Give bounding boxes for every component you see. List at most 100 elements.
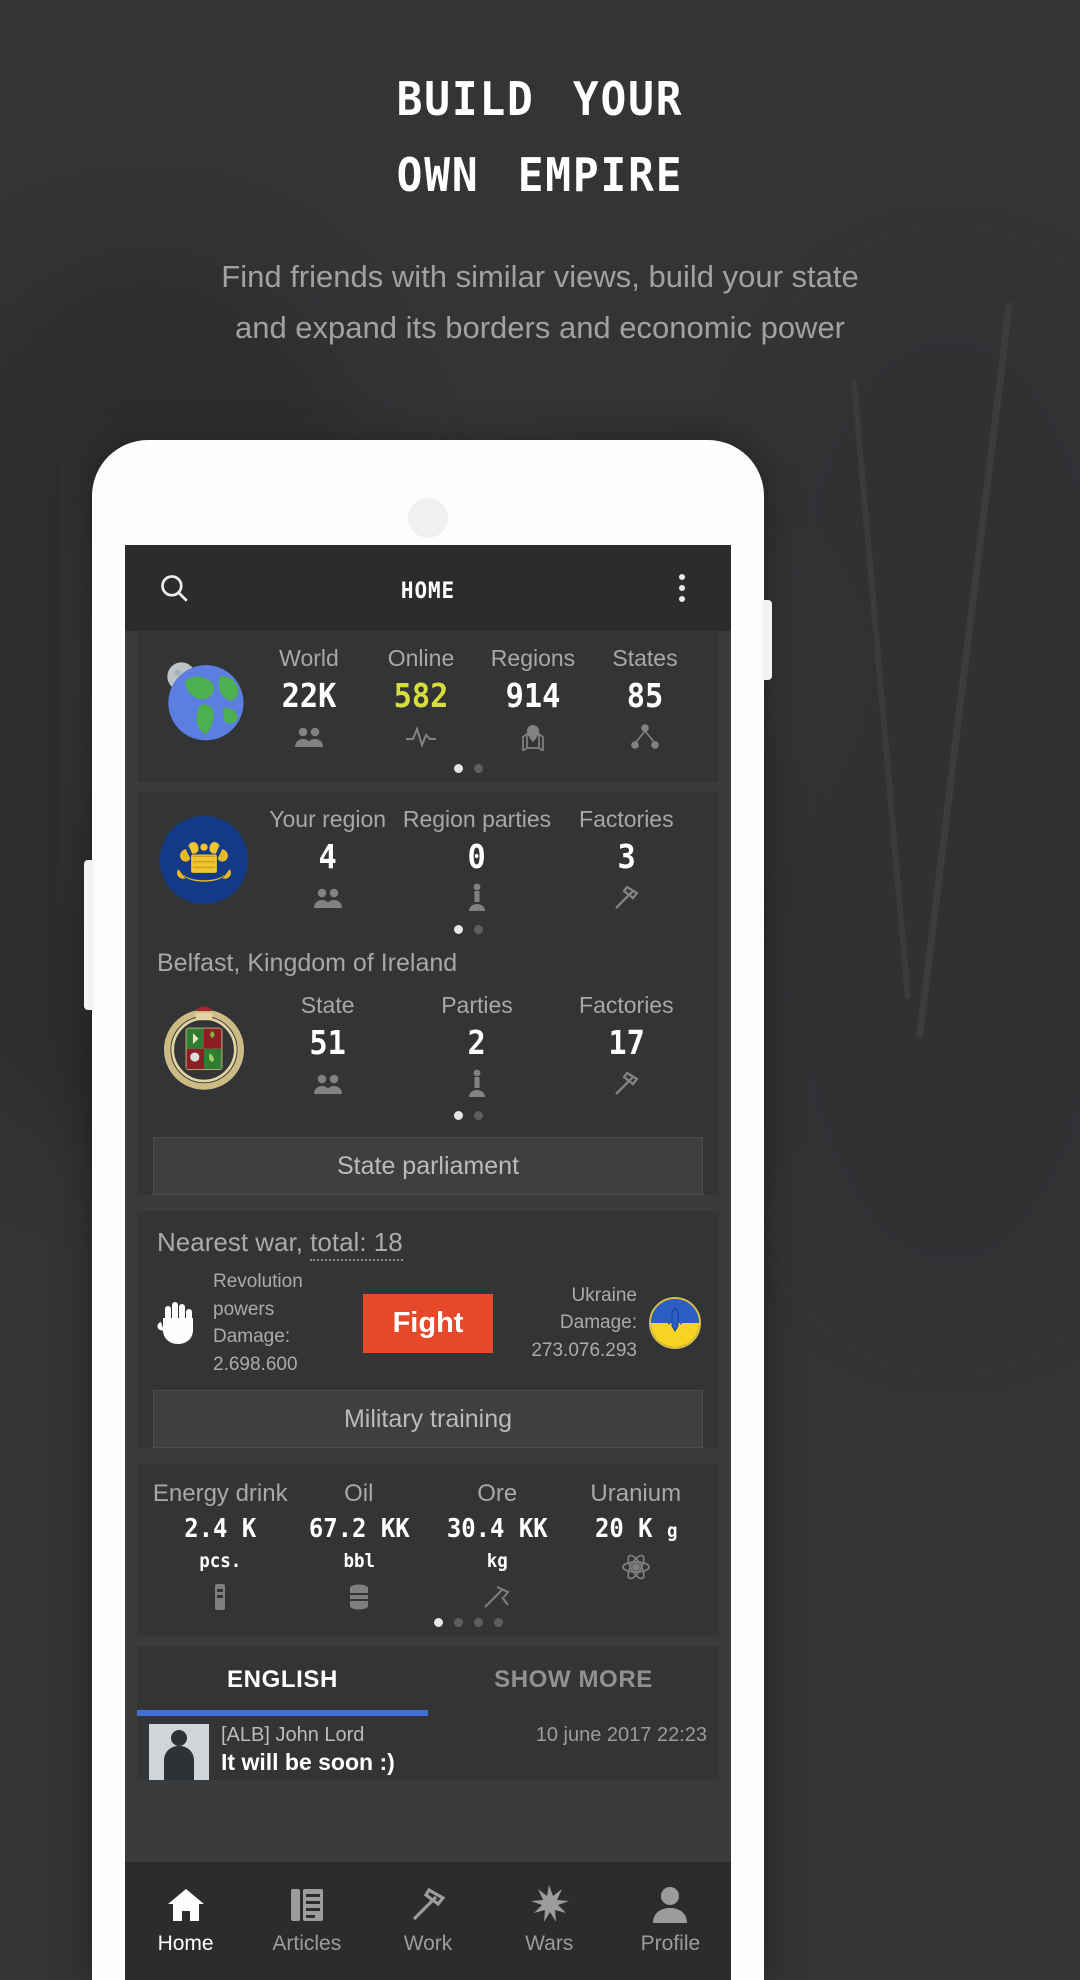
message-author: [ALB] John Lord [221, 1724, 365, 1747]
nav-label: Home [157, 1932, 214, 1955]
phone-mockup: Home [84, 440, 772, 1980]
headline-line-2: Own Empire [396, 132, 684, 208]
nav-item-home[interactable]: Home [125, 1880, 246, 1956]
war-left-info: Revolution powers Damage: 2.698.600 [213, 1268, 353, 1378]
resource-label: Oil [344, 1480, 374, 1508]
war-left-name: Revolution powers [213, 1271, 303, 1320]
state-card-pager[interactable] [217, 1109, 719, 1129]
military-training-button[interactable]: Military training [153, 1390, 703, 1449]
nav-item-profile[interactable]: Profile [610, 1880, 731, 1956]
star-burst-icon [489, 1880, 610, 1930]
chat-message[interactable]: [ALB] John Lord 10 june 2017 22:23 It wi… [137, 1716, 719, 1781]
state-parliament-button[interactable]: State parliament [153, 1137, 703, 1195]
region-card-pager[interactable] [217, 923, 719, 943]
stat-cell[interactable]: Factories 3 [552, 806, 701, 913]
nav-item-work[interactable]: Work [367, 1880, 488, 1956]
nav-item-wars[interactable]: Wars [489, 1880, 610, 1956]
stat-label: State [300, 992, 355, 1018]
avatar [149, 1724, 209, 1781]
war-total-link[interactable]: total: 18 [310, 1227, 403, 1261]
headline-line-1: Build Your [396, 56, 684, 131]
world-stats-card[interactable]: World 22K Online 582 Regions 914 States … [137, 631, 719, 782]
ore-icon [428, 1582, 567, 1612]
stat-cell[interactable]: Your region 4 [253, 806, 402, 913]
front-camera [408, 498, 448, 538]
resource-value: 20 K g [594, 1514, 678, 1545]
raised-fist-icon [155, 1296, 201, 1350]
map-pin-icon [477, 722, 589, 752]
war-title-prefix: Nearest war, [157, 1227, 311, 1257]
stat-value: 85 [626, 676, 664, 715]
war-right-info: Ukraine Damage: 273.076.293 [503, 1282, 637, 1365]
state-coat-of-arms-icon [155, 997, 253, 1095]
chat-card[interactable]: ENGLISH SHOW MORE [ALB] John Lord 10 jun… [137, 1646, 719, 1781]
content-scroll-area[interactable]: World 22K Online 582 Regions 914 States … [125, 631, 731, 1862]
resource-value: 30.4 KK kg [446, 1514, 548, 1573]
stat-cell[interactable]: Region parties 0 [402, 806, 551, 913]
app-screen: Home [125, 545, 731, 1980]
nav-label: Profile [640, 1932, 701, 1955]
stat-cell[interactable]: Factories 17 [552, 992, 701, 1099]
resource-value: 67.2 KK bbl [308, 1514, 410, 1573]
promo-text-block: Build Your Own Empire Find friends with … [0, 0, 1080, 353]
war-right-damage: Damage: 273.076.293 [531, 1312, 638, 1361]
people-icon [253, 883, 402, 913]
oil-barrel-icon [290, 1582, 429, 1612]
message-text: It will be soon :) [221, 1749, 395, 1776]
war-left-damage: Damage: 2.698.600 [213, 1326, 298, 1375]
search-icon[interactable] [151, 565, 197, 611]
ukraine-flag-icon [649, 1297, 702, 1350]
resource-cell[interactable]: Uranium 20 K g [567, 1480, 706, 1612]
podium-icon [402, 883, 551, 913]
place-label: Belfast, Kingdom of Ireland [157, 949, 458, 977]
stat-label: States [612, 645, 678, 671]
stat-cell[interactable]: States 85 [589, 645, 701, 752]
war-right-name: Ukraine [571, 1284, 638, 1306]
page-title: Build Your Own Empire [38, 56, 1042, 208]
resource-cell[interactable]: Energy drink 2.4 K pcs. [151, 1480, 290, 1612]
stat-label: World [279, 645, 339, 671]
atom-icon [567, 1552, 706, 1582]
nav-item-articles[interactable]: Articles [246, 1880, 367, 1956]
bottom-navigation: Home Articles Work Wars Profile [125, 1862, 731, 1980]
chat-tabs[interactable]: ENGLISH SHOW MORE [137, 1646, 719, 1710]
articles-icon [246, 1880, 367, 1930]
stat-label: Online [387, 645, 455, 671]
region-state-card[interactable]: Your region 4 Region parties 0 Factories… [137, 792, 719, 1195]
stat-cell[interactable]: Regions 914 [477, 645, 589, 752]
pulse-icon [365, 722, 477, 752]
podium-icon [402, 1069, 551, 1099]
stat-label: Regions [490, 645, 576, 671]
war-title: Nearest war, total: 18 [137, 1211, 719, 1261]
tab-english[interactable]: ENGLISH [137, 1646, 428, 1710]
stat-cell[interactable]: World 22K [253, 645, 365, 752]
stat-value: 2 [467, 1023, 487, 1062]
resource-value: 2.4 K pcs. [184, 1514, 257, 1573]
world-card-pager[interactable] [217, 762, 719, 782]
stat-value: 582 [393, 676, 449, 715]
stat-cell[interactable]: Parties 2 [402, 992, 551, 1099]
more-vertical-icon[interactable] [659, 565, 705, 611]
app-toolbar: Home [125, 545, 731, 631]
stat-value: 22K [281, 676, 337, 715]
war-side-right: Ukraine Damage: 273.076.293 [503, 1282, 702, 1365]
resources-pager[interactable] [217, 1616, 719, 1636]
stat-cell[interactable]: State 51 [253, 992, 402, 1099]
hammer-icon [552, 1069, 701, 1099]
earth-globe-icon [155, 650, 253, 748]
stat-value: 4 [318, 837, 337, 876]
home-icon [125, 1880, 246, 1930]
war-side-left: Revolution powers Damage: 2.698.600 [155, 1268, 353, 1378]
fight-button[interactable]: Fight [362, 1293, 494, 1353]
nav-label: Articles [272, 1932, 342, 1955]
stat-label: Your region [269, 806, 387, 832]
war-card[interactable]: Nearest war, total: 18 Revolution powers… [137, 1211, 719, 1449]
resource-cell[interactable]: Oil 67.2 KK bbl [290, 1480, 429, 1612]
stat-value: 914 [505, 676, 561, 715]
resources-card[interactable]: Energy drink 2.4 K pcs. Oil 67.2 KK bbl … [137, 1464, 719, 1637]
stat-label: Factories [579, 806, 674, 832]
stat-cell[interactable]: Online 582 [365, 645, 477, 752]
resource-cell[interactable]: Ore 30.4 KK kg [428, 1480, 567, 1612]
tab-show-more[interactable]: SHOW MORE [428, 1646, 719, 1710]
region-coat-of-arms-icon [155, 811, 253, 909]
